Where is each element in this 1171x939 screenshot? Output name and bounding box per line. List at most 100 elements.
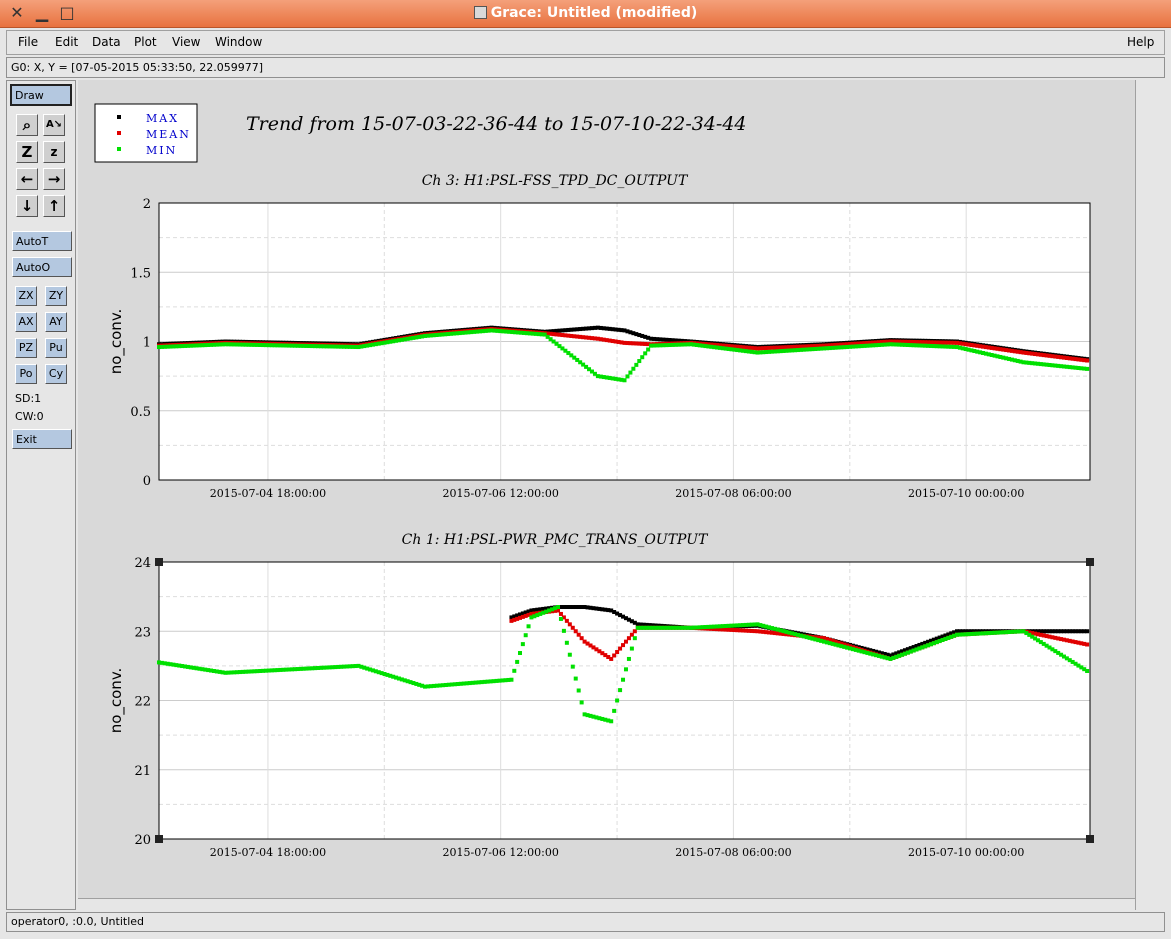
legend-max-swatch bbox=[117, 115, 121, 119]
ch1-point-mean bbox=[576, 632, 581, 637]
legend-mean-label: MEAN bbox=[146, 128, 191, 141]
grace-window: ✕ ▁ □ Grace: Untitled (modified) File Ed… bbox=[0, 0, 1171, 939]
menu-plot[interactable]: Plot bbox=[134, 35, 157, 49]
ch1-point-min bbox=[576, 688, 581, 693]
ch1-point-min bbox=[615, 698, 620, 703]
ch3-ytick-label: 0.5 bbox=[130, 405, 151, 420]
tool-panel: Draw ⌕ A↘ Z z ← → ↓ ↑ AutoT AutoO ZX ZY … bbox=[6, 80, 76, 910]
ch3-point-min bbox=[625, 374, 630, 379]
ch1-point-min bbox=[1085, 668, 1090, 673]
ch1-point-min bbox=[618, 688, 623, 693]
figure-svg: MAX MEAN MIN Trend from 15-07-03-22-36-4… bbox=[94, 103, 1094, 859]
ch3-point-min bbox=[637, 359, 642, 364]
menu-view[interactable]: View bbox=[172, 35, 200, 49]
text-tool-icon[interactable]: A↘ bbox=[43, 114, 65, 136]
ch3-point-min bbox=[646, 347, 651, 352]
legend-min-swatch bbox=[117, 147, 121, 151]
ch3-ytick-label: 1.5 bbox=[130, 266, 151, 281]
ch1-point-mean bbox=[626, 636, 631, 641]
expand-icon[interactable]: Z bbox=[16, 141, 38, 163]
pu-button[interactable]: Pu bbox=[45, 338, 67, 358]
ch1-point-min bbox=[518, 651, 522, 656]
graph-selection-handle[interactable] bbox=[155, 558, 163, 566]
ch1-point-min bbox=[573, 676, 578, 681]
graph-selection-handle[interactable] bbox=[1086, 835, 1094, 843]
ax-button[interactable]: AX bbox=[15, 312, 37, 332]
window-title-text: Grace: Untitled (modified) bbox=[490, 5, 698, 21]
ch1-point-min bbox=[520, 642, 525, 647]
ch3-point-min bbox=[628, 370, 633, 375]
exit-button[interactable]: Exit bbox=[12, 429, 72, 449]
ch3-ylabel: no_conv. bbox=[107, 309, 126, 375]
arrow-up-icon[interactable]: ↑ bbox=[43, 195, 65, 217]
title-bar: ✕ ▁ □ Grace: Untitled (modified) bbox=[0, 0, 1171, 28]
menu-edit[interactable]: Edit bbox=[55, 35, 78, 49]
graph-selection-handle[interactable] bbox=[1086, 558, 1094, 566]
locator-readout: G0: X, Y = [07-05-2015 05:33:50, 22.0599… bbox=[6, 57, 1165, 78]
ch3-point-min bbox=[1085, 366, 1090, 371]
ch1-ytick-label: 21 bbox=[134, 764, 151, 779]
legend-min-label: MIN bbox=[146, 144, 177, 157]
ch3-xtick-label: 2015-07-04 18:00:00 bbox=[210, 487, 326, 500]
vertical-scrollbar[interactable] bbox=[1135, 80, 1165, 910]
ch1-point-mean bbox=[573, 629, 578, 634]
graph-selection-handle[interactable] bbox=[155, 835, 163, 843]
ch3-xtick-label: 2015-07-08 06:00:00 bbox=[675, 487, 791, 500]
ch1-ytick-label: 23 bbox=[134, 625, 151, 640]
menu-file[interactable]: File bbox=[18, 35, 38, 49]
grace-app-icon bbox=[473, 6, 487, 19]
ch3-ytick-label: 0 bbox=[143, 474, 151, 489]
ch1-point-min bbox=[579, 700, 584, 705]
arrow-right-icon[interactable]: → bbox=[43, 168, 65, 190]
ch1-point-min bbox=[512, 668, 517, 673]
ch1-point-mean bbox=[1085, 642, 1090, 647]
plot-canvas[interactable]: MAX MEAN MIN Trend from 15-07-03-22-36-4… bbox=[78, 80, 1135, 898]
ch1-point-mean bbox=[629, 632, 634, 637]
menu-data[interactable]: Data bbox=[92, 35, 121, 49]
ch1-point-mean bbox=[579, 636, 584, 641]
chart-ch3: 0 0.5 1 1.5 2 2015-07-04 18:00:00 2015-07-06 1… bbox=[107, 173, 1091, 500]
zx-button[interactable]: ZX bbox=[15, 286, 37, 306]
ch1-point-min bbox=[558, 616, 563, 621]
ch1-point-mean bbox=[564, 618, 569, 623]
ch1-point-min bbox=[561, 628, 566, 633]
shrink-icon[interactable]: z bbox=[43, 141, 65, 163]
ch1-point-min bbox=[629, 646, 634, 651]
ch1-xtick-label: 2015-07-04 18:00:00 bbox=[210, 846, 326, 859]
ay-button[interactable]: AY bbox=[45, 312, 67, 332]
ch1-point-max bbox=[1085, 629, 1090, 634]
cy-button[interactable]: Cy bbox=[45, 364, 67, 384]
ch3-point-mean bbox=[1085, 358, 1090, 363]
ch1-point-min bbox=[621, 677, 626, 682]
arrow-left-icon[interactable]: ← bbox=[16, 168, 38, 190]
draw-button[interactable]: Draw bbox=[10, 84, 72, 106]
horizontal-scrollbar[interactable] bbox=[78, 898, 1135, 910]
legend-mean-swatch bbox=[117, 131, 121, 135]
ch1-point-mean bbox=[570, 625, 575, 630]
zoom-icon[interactable]: ⌕ bbox=[16, 114, 38, 136]
po-button[interactable]: Po bbox=[15, 364, 37, 384]
zy-button[interactable]: ZY bbox=[45, 286, 67, 306]
ch1-xtick-label: 2015-07-10 00:00:00 bbox=[908, 846, 1024, 859]
autot-button[interactable]: AutoT bbox=[12, 231, 72, 251]
ch1-point-mean bbox=[558, 611, 563, 616]
ch1-point-min bbox=[556, 605, 560, 610]
ch1-point-min bbox=[612, 708, 617, 713]
ch3-xtick-label: 2015-07-10 00:00:00 bbox=[908, 487, 1024, 500]
menu-window[interactable]: Window bbox=[215, 35, 262, 49]
arrow-down-icon[interactable]: ↓ bbox=[16, 195, 38, 217]
ch3-point-min bbox=[634, 362, 639, 367]
ch1-point-mean bbox=[615, 650, 620, 655]
ch1-point-mean bbox=[623, 639, 628, 644]
pz-button[interactable]: PZ bbox=[15, 338, 37, 358]
ch3-ytick-label: 2 bbox=[143, 197, 151, 212]
ch1-point-mean bbox=[609, 656, 614, 661]
menu-help[interactable]: Help bbox=[1127, 35, 1154, 49]
legend-max-label: MAX bbox=[146, 112, 179, 125]
ch1-point-min bbox=[515, 659, 520, 664]
ch1-point-mean bbox=[618, 646, 623, 651]
ch1-point-min bbox=[632, 636, 637, 641]
ch1-point-min bbox=[567, 652, 572, 657]
ch1-point-mean bbox=[567, 622, 572, 627]
autoo-button[interactable]: AutoO bbox=[12, 257, 72, 277]
